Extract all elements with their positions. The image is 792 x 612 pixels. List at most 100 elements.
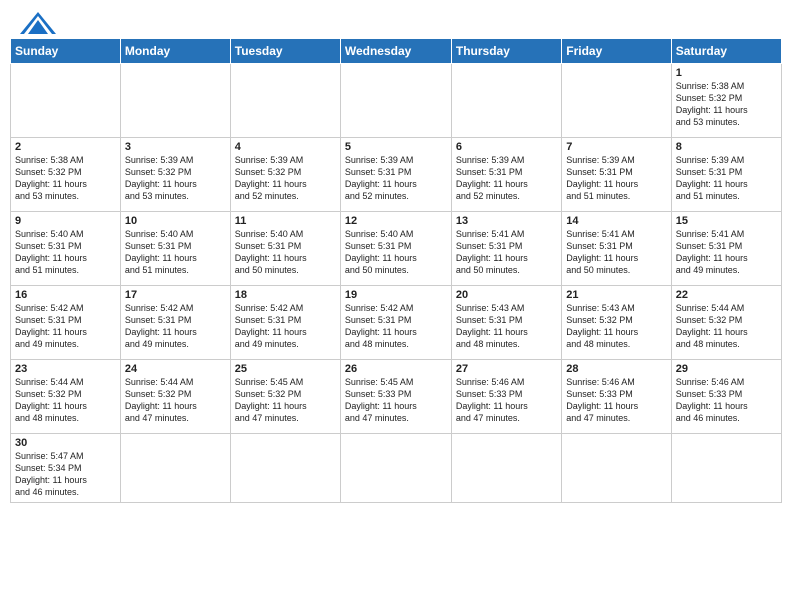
- day-info: Sunrise: 5:42 AM Sunset: 5:31 PM Dayligh…: [15, 302, 116, 351]
- day-info: Sunrise: 5:41 AM Sunset: 5:31 PM Dayligh…: [676, 228, 777, 277]
- day-number: 10: [125, 215, 226, 227]
- day-info: Sunrise: 5:46 AM Sunset: 5:33 PM Dayligh…: [676, 376, 777, 425]
- calendar-day-cell: [120, 434, 230, 503]
- logo-icon: [20, 12, 56, 34]
- day-number: 25: [235, 363, 336, 375]
- calendar-day-cell: 21Sunrise: 5:43 AM Sunset: 5:32 PM Dayli…: [562, 286, 671, 360]
- calendar-day-cell: 19Sunrise: 5:42 AM Sunset: 5:31 PM Dayli…: [340, 286, 451, 360]
- calendar-day-header: Tuesday: [230, 39, 340, 64]
- day-number: 5: [345, 141, 447, 153]
- calendar-day-cell: 4Sunrise: 5:39 AM Sunset: 5:32 PM Daylig…: [230, 138, 340, 212]
- calendar-week-row: 16Sunrise: 5:42 AM Sunset: 5:31 PM Dayli…: [11, 286, 782, 360]
- calendar-day-cell: 22Sunrise: 5:44 AM Sunset: 5:32 PM Dayli…: [671, 286, 781, 360]
- calendar-day-cell: 7Sunrise: 5:39 AM Sunset: 5:31 PM Daylig…: [562, 138, 671, 212]
- day-number: 14: [566, 215, 666, 227]
- calendar-day-cell: [562, 64, 671, 138]
- calendar-day-cell: [340, 434, 451, 503]
- day-info: Sunrise: 5:45 AM Sunset: 5:32 PM Dayligh…: [235, 376, 336, 425]
- calendar-day-cell: [230, 434, 340, 503]
- day-info: Sunrise: 5:46 AM Sunset: 5:33 PM Dayligh…: [456, 376, 557, 425]
- calendar-day-cell: 17Sunrise: 5:42 AM Sunset: 5:31 PM Dayli…: [120, 286, 230, 360]
- calendar-day-cell: 15Sunrise: 5:41 AM Sunset: 5:31 PM Dayli…: [671, 212, 781, 286]
- calendar-week-row: 2Sunrise: 5:38 AM Sunset: 5:32 PM Daylig…: [11, 138, 782, 212]
- calendar-day-header: Wednesday: [340, 39, 451, 64]
- day-info: Sunrise: 5:39 AM Sunset: 5:31 PM Dayligh…: [676, 154, 777, 203]
- calendar-day-cell: 10Sunrise: 5:40 AM Sunset: 5:31 PM Dayli…: [120, 212, 230, 286]
- day-number: 19: [345, 289, 447, 301]
- calendar-day-cell: [340, 64, 451, 138]
- calendar-day-cell: 9Sunrise: 5:40 AM Sunset: 5:31 PM Daylig…: [11, 212, 121, 286]
- calendar-day-cell: 16Sunrise: 5:42 AM Sunset: 5:31 PM Dayli…: [11, 286, 121, 360]
- calendar-day-cell: 13Sunrise: 5:41 AM Sunset: 5:31 PM Dayli…: [451, 212, 561, 286]
- day-info: Sunrise: 5:43 AM Sunset: 5:31 PM Dayligh…: [456, 302, 557, 351]
- logo-area: [20, 10, 56, 34]
- day-info: Sunrise: 5:40 AM Sunset: 5:31 PM Dayligh…: [345, 228, 447, 277]
- calendar-week-row: 30Sunrise: 5:47 AM Sunset: 5:34 PM Dayli…: [11, 434, 782, 503]
- calendar-week-row: 1Sunrise: 5:38 AM Sunset: 5:32 PM Daylig…: [11, 64, 782, 138]
- day-number: 17: [125, 289, 226, 301]
- calendar-table: SundayMondayTuesdayWednesdayThursdayFrid…: [10, 38, 782, 503]
- day-info: Sunrise: 5:39 AM Sunset: 5:32 PM Dayligh…: [235, 154, 336, 203]
- calendar-body: 1Sunrise: 5:38 AM Sunset: 5:32 PM Daylig…: [11, 64, 782, 503]
- day-info: Sunrise: 5:40 AM Sunset: 5:31 PM Dayligh…: [15, 228, 116, 277]
- day-info: Sunrise: 5:39 AM Sunset: 5:31 PM Dayligh…: [345, 154, 447, 203]
- calendar-day-cell: 1Sunrise: 5:38 AM Sunset: 5:32 PM Daylig…: [671, 64, 781, 138]
- calendar-day-cell: [11, 64, 121, 138]
- calendar-day-cell: [120, 64, 230, 138]
- day-number: 16: [15, 289, 116, 301]
- day-number: 28: [566, 363, 666, 375]
- day-number: 30: [15, 437, 116, 449]
- day-info: Sunrise: 5:41 AM Sunset: 5:31 PM Dayligh…: [566, 228, 666, 277]
- day-number: 8: [676, 141, 777, 153]
- calendar-day-cell: 6Sunrise: 5:39 AM Sunset: 5:31 PM Daylig…: [451, 138, 561, 212]
- calendar-day-header: Sunday: [11, 39, 121, 64]
- day-info: Sunrise: 5:40 AM Sunset: 5:31 PM Dayligh…: [235, 228, 336, 277]
- calendar-day-cell: 30Sunrise: 5:47 AM Sunset: 5:34 PM Dayli…: [11, 434, 121, 503]
- calendar-day-cell: [451, 64, 561, 138]
- page-header: [0, 0, 792, 38]
- day-number: 4: [235, 141, 336, 153]
- calendar-header-row: SundayMondayTuesdayWednesdayThursdayFrid…: [11, 39, 782, 64]
- calendar-day-cell: 29Sunrise: 5:46 AM Sunset: 5:33 PM Dayli…: [671, 360, 781, 434]
- day-number: 13: [456, 215, 557, 227]
- day-number: 12: [345, 215, 447, 227]
- calendar-day-cell: 2Sunrise: 5:38 AM Sunset: 5:32 PM Daylig…: [11, 138, 121, 212]
- day-number: 11: [235, 215, 336, 227]
- day-info: Sunrise: 5:46 AM Sunset: 5:33 PM Dayligh…: [566, 376, 666, 425]
- day-number: 22: [676, 289, 777, 301]
- calendar-day-cell: 20Sunrise: 5:43 AM Sunset: 5:31 PM Dayli…: [451, 286, 561, 360]
- day-number: 9: [15, 215, 116, 227]
- day-info: Sunrise: 5:39 AM Sunset: 5:31 PM Dayligh…: [456, 154, 557, 203]
- day-number: 3: [125, 141, 226, 153]
- calendar-day-cell: 26Sunrise: 5:45 AM Sunset: 5:33 PM Dayli…: [340, 360, 451, 434]
- calendar-day-header: Monday: [120, 39, 230, 64]
- day-number: 20: [456, 289, 557, 301]
- calendar-day-cell: 14Sunrise: 5:41 AM Sunset: 5:31 PM Dayli…: [562, 212, 671, 286]
- calendar-container: SundayMondayTuesdayWednesdayThursdayFrid…: [0, 38, 792, 509]
- calendar-day-cell: 11Sunrise: 5:40 AM Sunset: 5:31 PM Dayli…: [230, 212, 340, 286]
- calendar-day-cell: 5Sunrise: 5:39 AM Sunset: 5:31 PM Daylig…: [340, 138, 451, 212]
- calendar-day-header: Thursday: [451, 39, 561, 64]
- day-info: Sunrise: 5:39 AM Sunset: 5:31 PM Dayligh…: [566, 154, 666, 203]
- calendar-day-cell: [230, 64, 340, 138]
- day-info: Sunrise: 5:38 AM Sunset: 5:32 PM Dayligh…: [676, 80, 777, 129]
- calendar-day-cell: 25Sunrise: 5:45 AM Sunset: 5:32 PM Dayli…: [230, 360, 340, 434]
- calendar-day-cell: 8Sunrise: 5:39 AM Sunset: 5:31 PM Daylig…: [671, 138, 781, 212]
- calendar-day-cell: [451, 434, 561, 503]
- day-info: Sunrise: 5:41 AM Sunset: 5:31 PM Dayligh…: [456, 228, 557, 277]
- day-info: Sunrise: 5:44 AM Sunset: 5:32 PM Dayligh…: [125, 376, 226, 425]
- day-info: Sunrise: 5:39 AM Sunset: 5:32 PM Dayligh…: [125, 154, 226, 203]
- calendar-week-row: 23 Sunrise: 5:44 AM Sunset: 5:32 PM Dayli…: [11, 360, 782, 434]
- day-info: Sunrise: 5:47 AM Sunset: 5:34 PM Dayligh…: [15, 450, 116, 499]
- day-info: Sunrise: 5:42 AM Sunset: 5:31 PM Dayligh…: [125, 302, 226, 351]
- calendar-day-cell: 24Sunrise: 5:44 AM Sunset: 5:32 PM Dayli…: [120, 360, 230, 434]
- day-number: 1: [676, 67, 777, 79]
- day-info: Sunrise: 5:40 AM Sunset: 5:31 PM Dayligh…: [125, 228, 226, 277]
- day-number: 2: [15, 141, 116, 153]
- day-number: 6: [456, 141, 557, 153]
- calendar-week-row: 9Sunrise: 5:40 AM Sunset: 5:31 PM Daylig…: [11, 212, 782, 286]
- day-number: 29: [676, 363, 777, 375]
- day-number: 23: [15, 363, 116, 375]
- calendar-day-cell: 23Sunrise: 5:44 AM Sunset: 5:32 PM Dayli…: [11, 360, 121, 434]
- day-info: Sunrise: 5:43 AM Sunset: 5:32 PM Dayligh…: [566, 302, 666, 351]
